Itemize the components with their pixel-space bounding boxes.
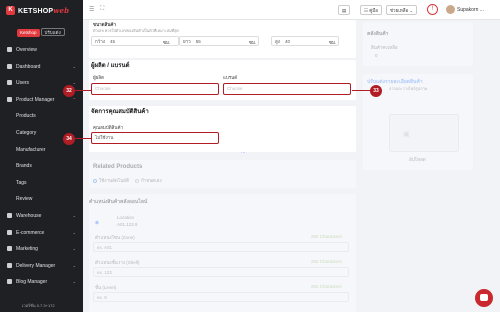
sidebar-nav: Overview Dashboard ⌄ Users ⌄ Product Manag… xyxy=(0,42,83,291)
box-icon xyxy=(7,96,12,102)
expand-icon[interactable]: ⛶ xyxy=(100,6,104,13)
radio-icon xyxy=(135,178,139,183)
attribute-title: จัดการคุณสมบัติสินค้า xyxy=(91,109,149,115)
chevron-down-icon: ⌄ xyxy=(72,246,76,252)
sidebar: K KETSHOPweb Ketshop ปรับแต่ง Overview Da… xyxy=(0,0,83,312)
tab-customize[interactable]: ปรับแต่ง xyxy=(40,28,65,36)
chevron-down-icon: ⌄ xyxy=(72,212,76,218)
callout-badge-33: 33 xyxy=(370,85,382,97)
store-tabs: Ketshop ปรับแต่ง xyxy=(17,28,65,37)
dashboard-icon xyxy=(7,63,12,69)
dimensions-card: ขนาดสินค้า ตัวเลข ควรใส่ตัวเลขของสินค้าเ… xyxy=(89,20,356,58)
image-dropzone[interactable] xyxy=(389,114,459,152)
dimensions-title: ขนาดสินค้า xyxy=(93,22,116,27)
shelf-input[interactable]: ex. 123 xyxy=(93,267,349,277)
chevron-down-icon: ⌄ xyxy=(72,279,76,285)
menu-collapse-icon[interactable]: ☰ xyxy=(89,6,94,13)
chevron-down-icon: ⌄ xyxy=(72,229,76,235)
maker-brand-card: ผู้ผลิต / แบรนด์ ผู้ผลิต Choose แบรนด์ C… xyxy=(89,60,356,100)
chevron-down-icon: ⌄ xyxy=(72,63,76,69)
sidebar-sub-products[interactable]: Products xyxy=(0,108,83,125)
sidebar-item-dashboard[interactable]: Dashboard ⌄ xyxy=(0,59,83,76)
length-field[interactable]: ยาว 55 xyxy=(179,36,259,46)
image-placeholder-icon: ▣ xyxy=(403,131,410,138)
zone-input[interactable]: ex. A01 xyxy=(93,242,349,252)
help-button[interactable]: ช่วยเหลือ ⌄ xyxy=(386,5,418,15)
logo-text: KETSHOP xyxy=(18,8,54,15)
zone-char-count: 250 Characters xyxy=(311,234,342,239)
radio-icon xyxy=(93,178,97,183)
location-title: ตำแหน่งสินค้าคลังออนไลน์ xyxy=(89,199,148,205)
users-icon xyxy=(7,80,12,86)
tab-ketshop[interactable]: Ketshop xyxy=(17,29,40,37)
brand-label: แบรนด์ xyxy=(223,75,238,80)
callout-arrow-33 xyxy=(352,90,372,92)
chat-bubble-icon[interactable] xyxy=(475,289,493,307)
sidebar-sub-review[interactable]: Review xyxy=(0,191,83,208)
level-char-count: 250 Characters xyxy=(311,284,342,289)
chevron-down-icon: ⌄ xyxy=(72,262,76,268)
sidebar-sub-tags[interactable]: Tags xyxy=(0,175,83,192)
warehouse-icon xyxy=(7,213,12,219)
sidebar-item-ecommerce[interactable]: E-commerce ⌄ xyxy=(0,225,83,242)
sidebar-item-overview[interactable]: Overview xyxy=(0,42,83,59)
maker-select[interactable]: Choose xyxy=(91,83,219,95)
level-input[interactable]: ex. 9 xyxy=(93,292,349,302)
sidebar-item-delivery-manager[interactable]: Delivery Manager ⌄ xyxy=(0,258,83,275)
sidebar-item-blog-manager[interactable]: Blog Manager ⌄ xyxy=(0,274,83,291)
blog-icon xyxy=(7,279,12,285)
callout-badge-34: 34 xyxy=(63,133,75,145)
media-hint: ลากและวางไฟล์รูปภาพ xyxy=(389,87,428,91)
dimensions-hint: ตัวเลข ควรใส่ตัวเลขของสินค้าเป็นตัวที่เห… xyxy=(93,29,179,33)
stock-label: สินค้าคงเหลือ xyxy=(371,45,398,50)
user-name[interactable]: Supakorn ... xyxy=(457,7,484,13)
related-title: Related Products xyxy=(93,164,143,170)
related-auto-radio[interactable]: ใช้งานอัตโนมัติ xyxy=(93,177,129,184)
megaphone-icon xyxy=(7,246,12,252)
app-version: เวอร์ชั่น 0.7.3+172 xyxy=(22,303,55,308)
attribute-field-label: คุณสมบัติสินค้า xyxy=(93,125,124,130)
callout-arrow-34 xyxy=(75,138,91,140)
location-card: ตำแหน่งสินค้าคลังออนไลน์ ⬢ Location A01.… xyxy=(89,194,356,312)
ketshop-logo[interactable]: K KETSHOPweb xyxy=(6,4,76,18)
shelf-label: ตำแหน่งชั้นวาง (Shelf) xyxy=(95,260,140,265)
level-label: ชั้น (Level) xyxy=(95,285,117,290)
brand-select[interactable]: Choose xyxy=(223,83,351,95)
zone-label: ตำแหน่งโซน (Zone) xyxy=(95,235,135,240)
callout-arrow-32 xyxy=(75,90,91,92)
attribute-select[interactable]: ไม่ใช้งาน xyxy=(91,132,219,144)
loading-icon: ⋯ xyxy=(241,150,246,155)
manual-button[interactable]: ☷ คู่มือ xyxy=(360,5,382,15)
stock-title: คลังสินค้า xyxy=(367,31,389,37)
shelf-char-count: 250 Characters xyxy=(311,259,342,264)
grid-icon xyxy=(7,47,12,53)
related-card: Related Products ใช้งานอัตโนมัติ กำหนดเอ… xyxy=(89,160,356,188)
length-unit: ซม. xyxy=(249,40,257,45)
location-value: A01.123.9 xyxy=(117,222,138,227)
upload-label: อัปโหลด xyxy=(409,157,426,162)
related-manual-radio[interactable]: กำหนดเอง xyxy=(135,177,162,184)
truck-icon xyxy=(7,262,12,268)
sidebar-item-warehouse[interactable]: Warehouse ⌄ xyxy=(0,208,83,225)
logo-mark-icon: K xyxy=(6,6,15,15)
callout-badge-32: 32 xyxy=(63,85,75,97)
view-toggle-button[interactable]: ▤ xyxy=(338,5,351,15)
height-unit: ซม. xyxy=(329,40,337,45)
stock-value: 0 xyxy=(375,53,378,58)
avatar[interactable] xyxy=(446,5,455,14)
location-label: Location xyxy=(117,215,135,220)
cart-icon xyxy=(7,229,12,235)
sidebar-sub-brands[interactable]: Brands xyxy=(0,158,83,175)
width-unit: ซม. xyxy=(163,40,171,45)
location-pin-icon: ⬢ xyxy=(95,220,99,225)
notification-bell-icon[interactable]: ! xyxy=(427,4,438,15)
stock-card: คลังสินค้า สินค้าคงเหลือ 0 xyxy=(363,22,473,66)
sidebar-item-marketing[interactable]: Marketing ⌄ xyxy=(0,241,83,258)
maker-brand-title: ผู้ผลิต / แบรนด์ xyxy=(91,63,130,69)
maker-label: ผู้ผลิต xyxy=(93,75,104,80)
attribute-card: จัดการคุณสมบัติสินค้า คุณสมบัติสินค้า ไม… xyxy=(89,106,356,155)
logo-suffix: web xyxy=(53,6,70,15)
